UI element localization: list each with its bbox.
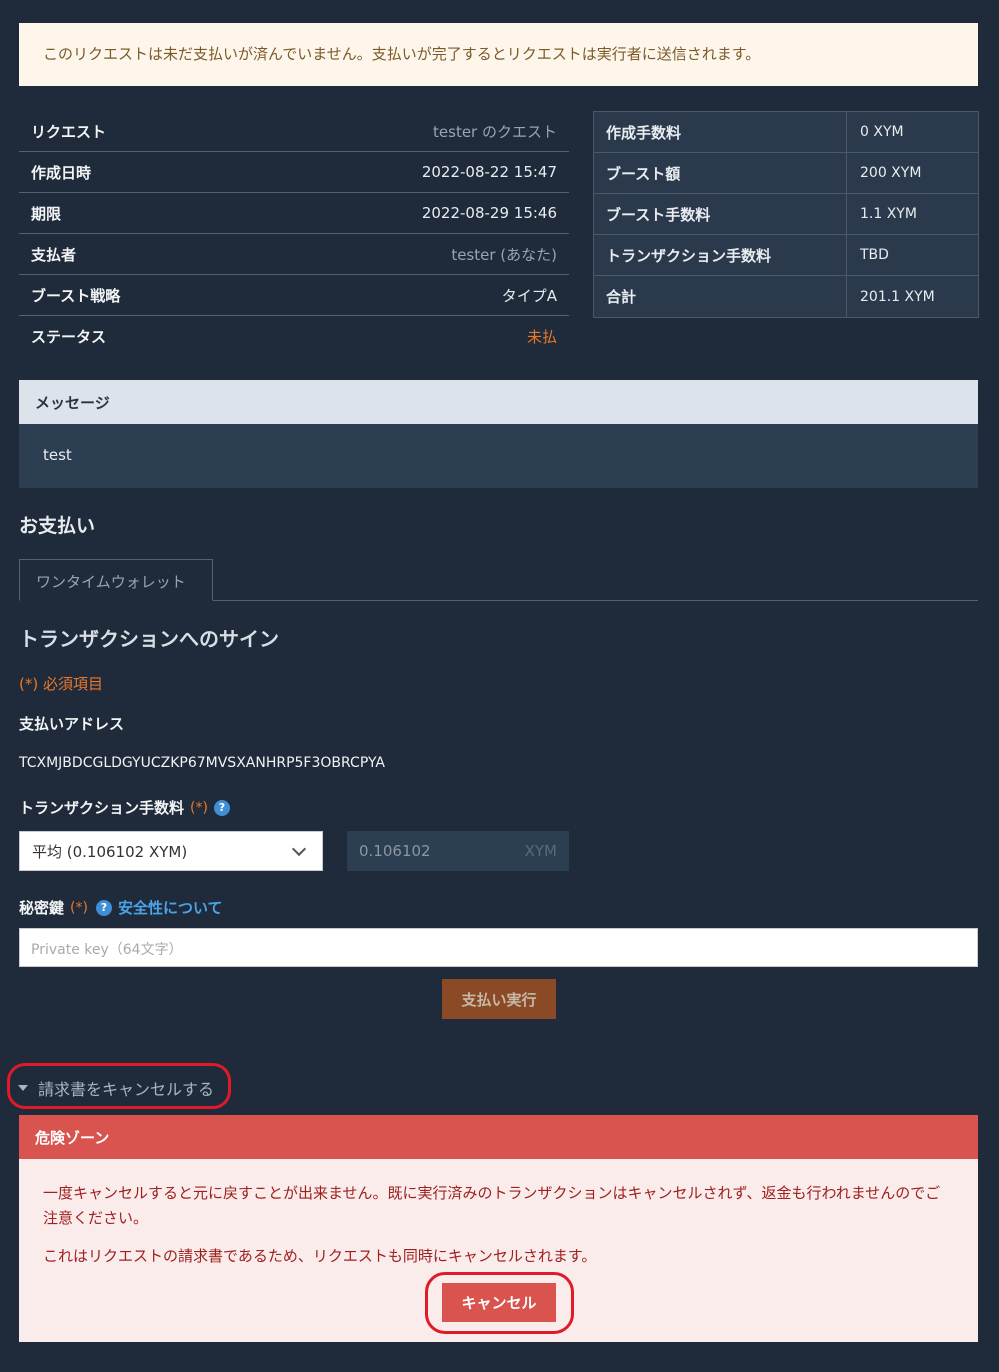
info-row-request: リクエスト tester のクエスト: [19, 111, 569, 152]
tab-onetime-wallet[interactable]: ワンタイムウォレット: [19, 559, 213, 601]
info-value: 2022-08-29 15:46: [421, 204, 557, 222]
cancel-button[interactable]: キャンセル: [442, 1283, 556, 1322]
message-header: メッセージ: [19, 380, 978, 424]
request-info-table: リクエスト tester のクエスト 作成日時 2022-08-22 15:47…: [19, 111, 569, 357]
fee-row-total: 合計 201.1 XYM: [594, 276, 978, 317]
help-icon[interactable]: ?: [95, 899, 112, 916]
fee-key: 作成手数料: [594, 112, 847, 152]
fee-label-text: トランザクション手数料: [19, 799, 185, 817]
info-value[interactable]: tester のクエスト: [433, 121, 557, 142]
fee-value: TBD: [860, 247, 889, 263]
fee-amount-input[interactable]: 0.106102 XYM: [347, 831, 569, 871]
fee-row: ブースト手数料 1.1 XYM: [594, 194, 978, 235]
fee-key: ブースト額: [594, 153, 847, 193]
fee-select[interactable]: 平均 (0.106102 XYM): [19, 831, 323, 871]
fee-unit: XYM: [524, 842, 557, 860]
private-key-input[interactable]: Private key（64文字）: [19, 928, 978, 967]
private-key-label: 秘密鍵 (*) ? 安全性について: [19, 897, 223, 918]
info-value: タイプA: [501, 286, 557, 305]
info-row-boost-strategy: ブースト戦略 タイプA: [19, 275, 569, 316]
required-note: (*) 必須項目: [19, 675, 103, 693]
address-label-text: 支払いアドレス: [19, 715, 125, 733]
fee-key: ブースト手数料: [594, 194, 847, 234]
required-mark: (*): [70, 899, 88, 916]
payment-address: TCXMJBDCGLDGYUCZKP67MVSXANHRP5F3OBRCPYA: [19, 755, 386, 771]
fee-key: 合計: [594, 276, 847, 317]
fee-label: トランザクション手数料 (*) ?: [19, 797, 230, 818]
fee-table: 作成手数料 0 XYM ブースト額 200 XYM ブースト手数料 1.1 XY…: [593, 111, 979, 318]
info-row-deadline: 期限 2022-08-29 15:46: [19, 193, 569, 234]
required-mark: (*): [190, 799, 208, 816]
info-value[interactable]: tester (あなた): [451, 244, 557, 265]
info-key: ブースト戦略: [31, 286, 121, 305]
fee-value: 200 XYM: [860, 165, 922, 181]
fee-select-value: 平均 (0.106102 XYM): [32, 842, 188, 861]
status-badge: 未払: [526, 328, 557, 346]
danger-text: 一度キャンセルすると元に戻すことが出来ません。既に実行済みのトランザクションはキ…: [43, 1184, 941, 1227]
fee-value: 1.1 XYM: [860, 206, 917, 222]
info-value: 2022-08-22 15:47: [421, 163, 557, 181]
payment-section-title: お支払い: [19, 515, 96, 537]
info-key: 支払者: [31, 245, 77, 264]
message-body: test: [19, 424, 978, 488]
info-key: リクエスト: [31, 122, 107, 141]
sign-title: トランザクションへのサイン: [19, 627, 279, 651]
fee-row: 作成手数料 0 XYM: [594, 112, 978, 153]
chevron-down-icon: [291, 841, 307, 856]
fee-row: ブースト額 200 XYM: [594, 153, 978, 194]
fee-amount-value: 0.106102: [359, 842, 431, 860]
info-row-status: ステータス 未払: [19, 316, 569, 357]
security-link[interactable]: 安全性について: [118, 897, 223, 918]
private-key-label-text: 秘密鍵: [19, 899, 65, 917]
danger-zone-header: 危険ゾーン: [19, 1115, 978, 1159]
fee-key: トランザクション手数料: [594, 235, 847, 275]
info-row-payer: 支払者 tester (あなた): [19, 234, 569, 275]
fee-value: 0 XYM: [860, 124, 904, 140]
info-key: 期限: [31, 204, 62, 223]
fee-value: 201.1 XYM: [860, 288, 935, 305]
cancel-toggle-label: 請求書をキャンセルする: [38, 1080, 215, 1099]
info-row-created: 作成日時 2022-08-22 15:47: [19, 152, 569, 193]
cancel-invoice-toggle[interactable]: 請求書をキャンセルする: [18, 1076, 214, 1100]
danger-text: これはリクエストの請求書であるため、リクエストも同時にキャンセルされます。: [43, 1247, 597, 1265]
unpaid-notice: このリクエストは未だ支払いが済んでいません。支払いが完了するとリクエストは実行者…: [19, 23, 978, 86]
address-label: 支払いアドレス: [19, 713, 124, 734]
fee-row: トランザクション手数料 TBD: [594, 235, 978, 276]
info-key: 作成日時: [31, 163, 92, 182]
pay-button[interactable]: 支払い実行: [442, 979, 556, 1019]
help-icon[interactable]: ?: [213, 799, 230, 816]
caret-down-icon: [18, 1085, 28, 1091]
info-key: ステータス: [31, 328, 107, 346]
